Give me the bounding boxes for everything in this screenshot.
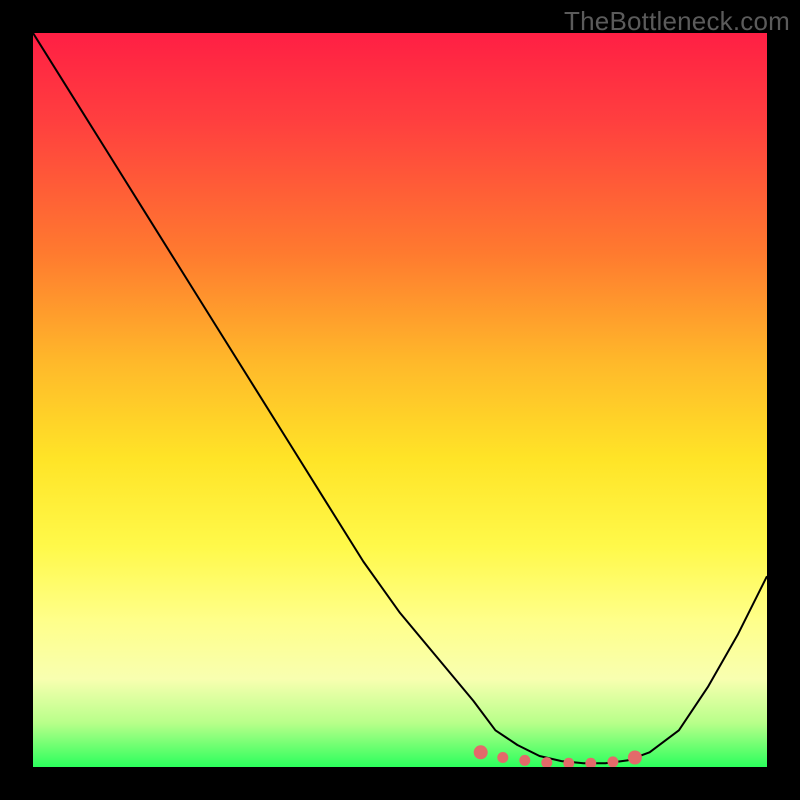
chart-svg xyxy=(33,33,767,767)
optimal-marker xyxy=(628,751,642,765)
optimal-region-markers xyxy=(474,745,642,767)
optimal-marker xyxy=(607,756,618,767)
watermark-text: TheBottleneck.com xyxy=(564,6,790,37)
optimal-marker xyxy=(585,758,596,767)
bottleneck-curve xyxy=(33,33,767,763)
optimal-marker xyxy=(474,745,488,759)
chart-plot-area xyxy=(33,33,767,767)
optimal-marker xyxy=(497,752,508,763)
chart-frame: TheBottleneck.com xyxy=(0,0,800,800)
optimal-marker xyxy=(519,755,530,766)
optimal-marker xyxy=(563,758,574,767)
